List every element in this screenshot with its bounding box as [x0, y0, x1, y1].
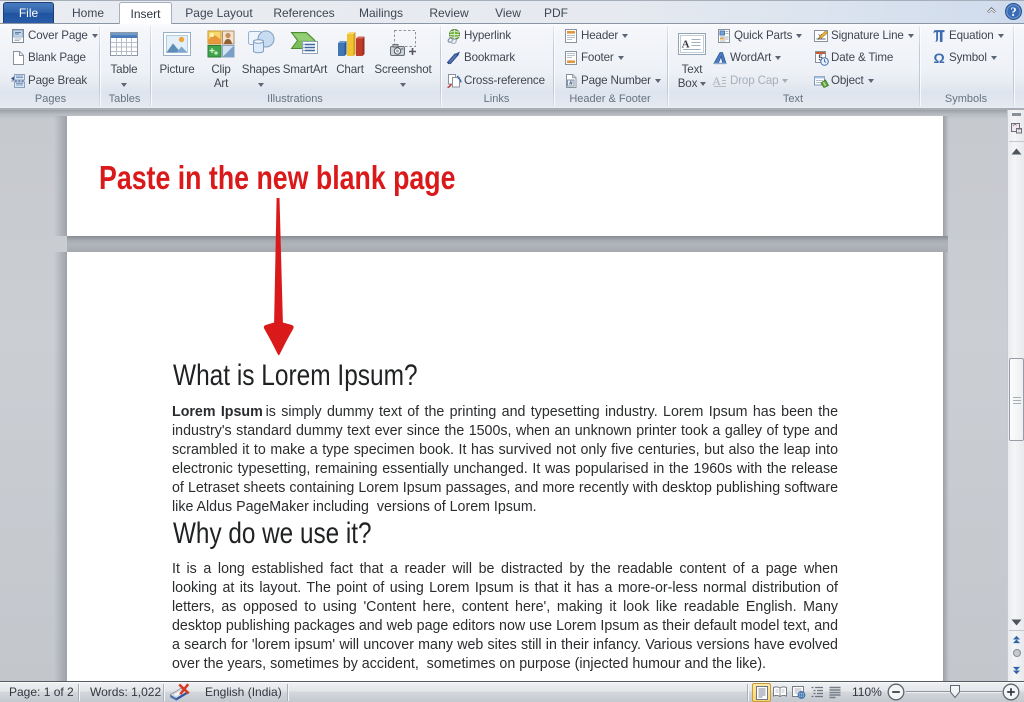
- svg-text:Ω: Ω: [933, 50, 944, 66]
- svg-text:#: #: [569, 80, 573, 87]
- svg-text:?: ?: [1010, 5, 1016, 19]
- svg-text:A: A: [712, 74, 721, 88]
- svg-text:A: A: [682, 39, 690, 51]
